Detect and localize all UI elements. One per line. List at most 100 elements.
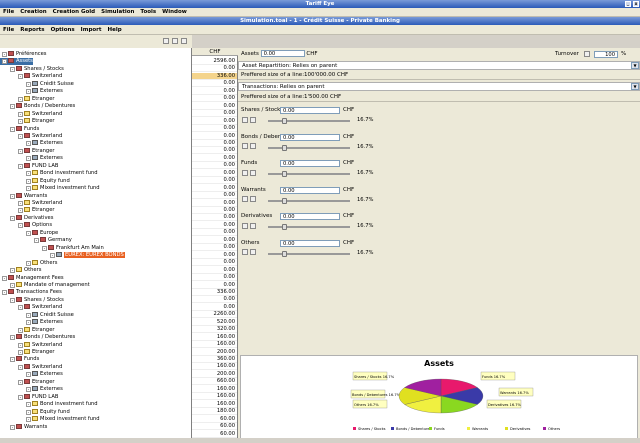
expand-toggle-icon[interactable]: - — [10, 297, 15, 303]
value-cell[interactable]: 0.00 — [192, 296, 237, 304]
value-cell[interactable]: 0.00 — [192, 222, 237, 229]
tree-item[interactable]: - Warrants — [0, 192, 47, 200]
tree-item[interactable]: - Shares / Stocks — [0, 65, 64, 73]
asset-repartition-dropdown[interactable]: Asset Repartition: Relies on parent ▼ — [238, 61, 640, 70]
expand-toggle-icon[interactable]: - — [42, 245, 47, 251]
tree-item[interactable]: - Transactions Fees — [0, 289, 62, 296]
tree-item[interactable]: - FUND LAB — [0, 162, 58, 170]
tree-item[interactable]: - Etranger — [0, 378, 55, 386]
tree-item[interactable]: - Germany — [0, 237, 72, 244]
value-cell[interactable]: 0.00 — [192, 259, 237, 267]
tree-item[interactable]: - Etranger — [0, 349, 55, 356]
value-cell[interactable]: 0.00 — [192, 304, 237, 311]
tree-item[interactable]: - Frankfurt Am Main — [0, 244, 104, 252]
tree-item[interactable]: - Externes — [0, 140, 63, 147]
lock-icon[interactable] — [242, 249, 248, 255]
expand-toggle-icon[interactable]: - — [26, 417, 31, 423]
edit-icon[interactable] — [250, 116, 256, 123]
lock-icon[interactable] — [242, 143, 248, 149]
value-cell[interactable]: 0.00 — [192, 274, 237, 282]
expand-toggle-icon[interactable]: - — [10, 357, 15, 363]
tree-item[interactable]: - Switzerland — [0, 304, 62, 311]
value-cell[interactable]: 336.00 — [192, 72, 237, 80]
expand-toggle-icon[interactable]: - — [26, 372, 31, 378]
slider-handle[interactable] — [281, 171, 287, 177]
expand-toggle-icon[interactable]: - — [26, 186, 31, 192]
tree-item[interactable]: - Switzerland — [0, 73, 62, 80]
value-cell[interactable]: 2596.00 — [192, 58, 237, 65]
expand-toggle-icon[interactable]: - — [50, 253, 55, 259]
tree-item[interactable]: - Others — [0, 259, 57, 267]
slider-handle[interactable] — [281, 118, 287, 124]
tree-item[interactable]: - Etranger — [0, 147, 55, 155]
collapse-all-icon[interactable] — [172, 38, 178, 44]
expand-all-icon[interactable] — [163, 38, 169, 44]
value-cell[interactable]: 200.00 — [192, 349, 237, 356]
expand-toggle-icon[interactable]: - — [10, 126, 15, 132]
value-cell[interactable]: 200.00 — [192, 371, 237, 378]
tree-item[interactable]: - Bond investment fund — [0, 170, 98, 177]
expand-toggle-icon[interactable]: - — [10, 282, 15, 288]
value-cell[interactable]: 0.00 — [192, 214, 237, 222]
expand-toggle-icon[interactable]: - — [26, 156, 31, 162]
slider-handle[interactable] — [281, 144, 287, 151]
lock-icon[interactable] — [242, 116, 248, 123]
category-slider[interactable] — [268, 197, 350, 204]
value-cell[interactable]: 160.00 — [192, 363, 237, 371]
tree-item[interactable]: - Etranger — [0, 207, 55, 214]
doc-menu-file[interactable]: File — [0, 25, 17, 35]
value-cell[interactable]: 160.00 — [192, 334, 237, 341]
tree-item[interactable]: - Switzerland — [0, 132, 62, 140]
category-slider[interactable] — [268, 118, 350, 124]
expand-toggle-icon[interactable]: - — [18, 119, 23, 125]
tree-item[interactable]: - Shares / Stocks — [0, 296, 64, 304]
value-cell[interactable]: 0.00 — [192, 155, 237, 162]
tree-item[interactable]: - Mixed investment fund — [0, 185, 100, 192]
value-cell[interactable]: 520.00 — [192, 319, 237, 326]
app-menu-window[interactable]: Window — [159, 8, 190, 17]
expand-toggle-icon[interactable]: - — [18, 163, 23, 169]
expand-toggle-icon[interactable]: - — [18, 379, 23, 385]
tree-item[interactable]: - Etranger — [0, 95, 55, 103]
expand-toggle-icon[interactable]: - — [18, 111, 23, 117]
value-cell[interactable]: 0.00 — [192, 207, 237, 214]
tree-item[interactable]: - Switzerland — [0, 341, 62, 349]
tree-item[interactable]: - Etranger — [0, 326, 55, 334]
expand-toggle-icon[interactable]: - — [26, 387, 31, 393]
category-slider[interactable] — [268, 224, 350, 230]
value-cell[interactable]: 0.00 — [192, 237, 237, 244]
tree-item[interactable]: - Externes — [0, 155, 63, 162]
expand-toggle-icon[interactable]: - — [18, 327, 23, 333]
expand-toggle-icon[interactable]: - — [18, 223, 23, 229]
expand-toggle-icon[interactable]: - — [18, 394, 23, 400]
value-cell[interactable]: 0.00 — [192, 267, 237, 274]
value-cell[interactable]: 60.00 — [192, 416, 237, 423]
value-cell[interactable]: 0.00 — [192, 125, 237, 133]
value-cell[interactable]: 0.00 — [192, 252, 237, 259]
app-menu-tools[interactable]: Tools — [137, 8, 159, 17]
expand-toggle-icon[interactable]: - — [26, 89, 31, 95]
doc-menu-reports[interactable]: Reports — [17, 25, 47, 35]
expand-toggle-icon[interactable]: - — [34, 238, 39, 244]
tree-item[interactable]: - Switzerland — [0, 110, 62, 118]
tree-item[interactable]: - Etranger — [0, 118, 55, 125]
tree-item[interactable]: - Equity fund — [0, 177, 70, 185]
value-cell[interactable]: 0.00 — [192, 147, 237, 155]
value-cell[interactable]: 0.00 — [192, 110, 237, 118]
category-input[interactable]: 0.00 — [280, 239, 340, 247]
tree-item[interactable]: - Mixed investment fund — [0, 416, 100, 423]
tree-item[interactable]: - Crédit Suisse — [0, 311, 74, 319]
value-cell[interactable]: 0.00 — [192, 170, 237, 177]
expand-toggle-icon[interactable]: - — [18, 133, 23, 139]
expand-toggle-icon[interactable]: - — [2, 59, 7, 65]
tree-item[interactable]: - Externes — [0, 386, 63, 393]
value-cell[interactable]: 0.00 — [192, 162, 237, 170]
expand-toggle-icon[interactable]: - — [18, 201, 23, 206]
value-cell[interactable]: 0.00 — [192, 177, 237, 185]
tree-item[interactable]: - Funds — [0, 125, 39, 133]
tree-item[interactable]: - Switzerland — [0, 363, 62, 371]
expand-toggle-icon[interactable]: - — [26, 178, 31, 184]
turnover-input[interactable]: 100 — [594, 51, 618, 58]
value-cell[interactable]: 0.00 — [192, 118, 237, 125]
doc-menu-import[interactable]: Import — [78, 25, 105, 35]
